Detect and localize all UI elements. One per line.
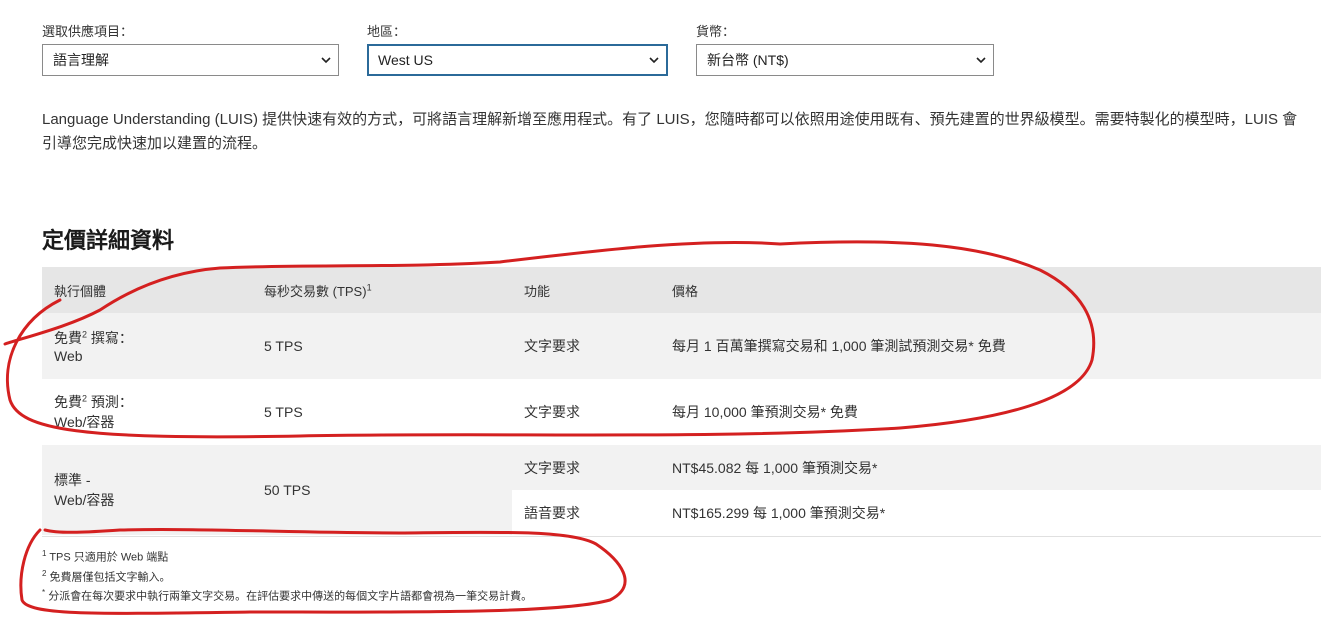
footnote-item: * 分派會在每次要求中執行兩筆文字交易。在評估要求中傳送的每個文字片語都會視為一… (42, 585, 532, 605)
region-select[interactable]: West US (367, 44, 668, 76)
tps-cell: 50 TPS (252, 445, 512, 535)
pricing-page: 選取供應項目： 語言理解 地區： West US 貨幣： 新台幣 (NT$) L… (0, 0, 1344, 625)
price-cell: 每月 10,000 筆預測交易* 免費 (660, 379, 1321, 445)
footnote-mark: 2 (42, 568, 47, 578)
footnote-mark: 1 (42, 549, 47, 558)
region-field: 地區： West US (367, 24, 668, 76)
product-select-value: 語言理解 (53, 52, 109, 68)
footnote-item: 1 TPS 只適用於 Web 端點 (42, 546, 532, 566)
instance-suffix: 預測： (87, 394, 133, 410)
feature-cell: 語音要求 (512, 490, 660, 535)
header-tps-label: 每秒交易數 (TPS) (264, 283, 367, 299)
header-price: 價格 (660, 267, 1321, 313)
instance-prefix: 免費 (54, 330, 82, 346)
header-instance: 執行個體 (42, 267, 252, 313)
pricing-title: 定價詳細資料 (42, 228, 175, 253)
footnote-mark: * (42, 588, 46, 598)
region-select-value: West US (378, 52, 433, 68)
instance-line2: Web/容器 (54, 414, 115, 430)
instance-line1: 免費2 撰寫： (54, 328, 240, 348)
instance-cell: 標準 - Web/容器 (42, 445, 252, 535)
header-tps-footnote: 1 (366, 282, 372, 293)
currency-select[interactable]: 新台幣 (NT$) (696, 44, 994, 76)
product-description: Language Understanding (LUIS) 提供快速有效的方式，… (42, 111, 1298, 152)
price-cell: NT$165.299 每 1,000 筆預測交易* (660, 490, 1321, 535)
feature-cell: 文字要求 (512, 379, 660, 445)
currency-field: 貨幣： 新台幣 (NT$) (696, 24, 994, 76)
instance-cell: 免費2 預測： Web/容器 (42, 379, 252, 445)
feature-cell: 文字要求 (512, 313, 660, 379)
instance-prefix: 免費 (54, 394, 82, 410)
table-header-row: 執行個體 每秒交易數 (TPS)1 功能 價格 (42, 267, 1321, 313)
chevron-down-icon (976, 57, 986, 64)
table-bottom-border (42, 536, 1321, 537)
instance-line1: 免費2 預測： (54, 392, 240, 412)
header-feature: 功能 (512, 267, 660, 313)
region-label: 地區： (367, 24, 407, 39)
product-label: 選取供應項目： (42, 24, 134, 39)
tps-cell: 5 TPS (252, 379, 512, 445)
currency-select-value: 新台幣 (NT$) (707, 52, 789, 68)
chevron-down-icon (321, 57, 331, 64)
table-row: 免費2 預測： Web/容器 5 TPS 文字要求 每月 10,000 筆預測交… (42, 379, 1321, 445)
currency-label: 貨幣： (696, 24, 736, 39)
instance-suffix: 撰寫： (87, 330, 133, 346)
instance-line2: Web (54, 348, 83, 364)
pricing-table: 執行個體 每秒交易數 (TPS)1 功能 價格 免費2 撰寫： Web 5 TP… (42, 267, 1321, 535)
instance-cell: 免費2 撰寫： Web (42, 313, 252, 379)
footnote-text: 免費層僅包括文字輸入。 (49, 571, 171, 584)
instance-line2: Web/容器 (54, 492, 115, 508)
price-cell: 每月 1 百萬筆撰寫交易和 1,000 筆測試預測交易* 免費 (660, 313, 1321, 379)
tps-cell: 5 TPS (252, 313, 512, 379)
product-field: 選取供應項目： 語言理解 (42, 24, 339, 76)
footnote-item: 2 免費層僅包括文字輸入。 (42, 566, 532, 586)
feature-cell: 文字要求 (512, 445, 660, 490)
price-cell: NT$45.082 每 1,000 筆預測交易* (660, 445, 1321, 490)
instance-line1: 標準 - (54, 472, 91, 488)
table-row: 標準 - Web/容器 50 TPS 文字要求 NT$45.082 每 1,00… (42, 445, 1321, 535)
footnote-text: 分派會在每次要求中執行兩筆文字交易。在評估要求中傳送的每個文字片語都會視為一筆交… (48, 590, 533, 603)
footnotes: 1 TPS 只適用於 Web 端點 2 免費層僅包括文字輸入。 * 分派會在每次… (42, 546, 532, 605)
footnote-text: TPS 只適用於 Web 端點 (49, 551, 169, 564)
chevron-down-icon (649, 57, 659, 64)
header-tps: 每秒交易數 (TPS)1 (252, 267, 512, 313)
product-select[interactable]: 語言理解 (42, 44, 339, 76)
table-row: 免費2 撰寫： Web 5 TPS 文字要求 每月 1 百萬筆撰寫交易和 1,0… (42, 313, 1321, 379)
